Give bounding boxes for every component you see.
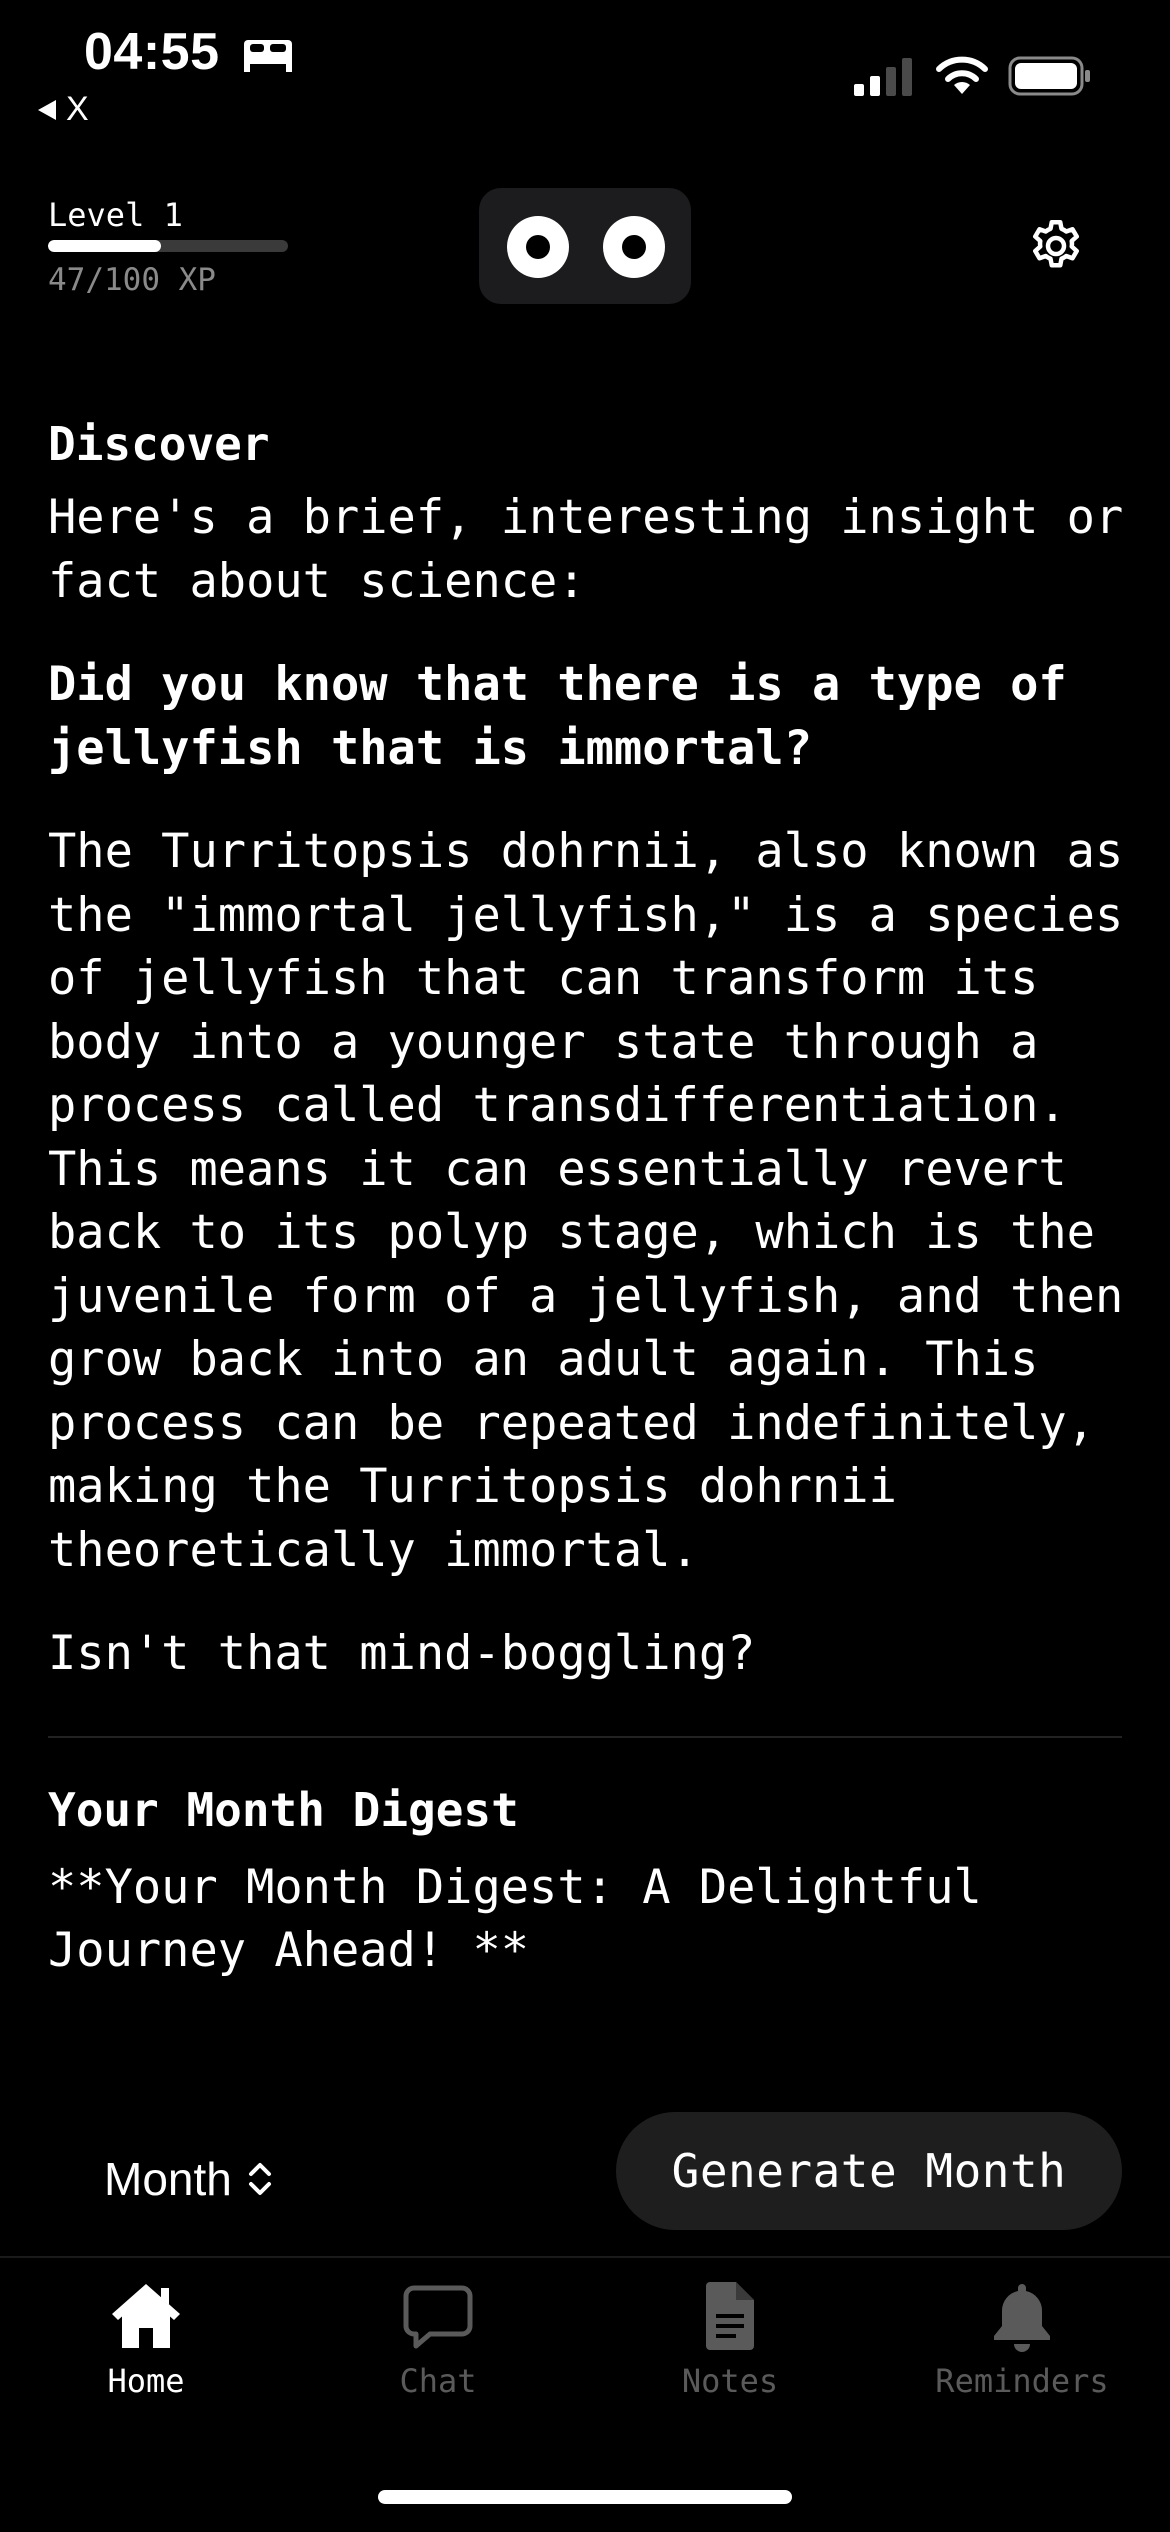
- fact-closing: Isn't that mind-boggling?: [48, 1626, 756, 1681]
- section-divider: [48, 1735, 1122, 1738]
- digest-text: **Your Month Digest: A Delightful Journe…: [48, 1859, 1011, 1979]
- mascot-eyes[interactable]: [479, 188, 691, 304]
- bell-icon: [994, 2284, 1050, 2352]
- back-arrow-icon: [38, 99, 56, 120]
- xp-progress-bar: [48, 240, 288, 252]
- xp-text: 47/100 XP: [48, 262, 216, 298]
- battery-icon: [1008, 56, 1090, 96]
- tab-notes[interactable]: Notes: [584, 2278, 876, 2400]
- right-eye-icon: [603, 216, 665, 278]
- level-label: Level 1: [48, 196, 183, 234]
- home-icon: [112, 2284, 180, 2348]
- period-select-value: Month: [104, 2153, 232, 2205]
- xp-progress-fill: [48, 240, 161, 252]
- bed-icon: [244, 40, 292, 72]
- discover-intro: Here's a brief, interesting insight or f…: [48, 490, 1152, 609]
- main-content: Discover Here's a brief, interesting ins…: [48, 400, 1128, 1983]
- tab-reminders-label: Reminders: [935, 2362, 1109, 2400]
- left-eye-icon: [507, 216, 569, 278]
- fact-body: The Turritopsis dohrnii, also known as t…: [48, 824, 1152, 1578]
- status-time: 04:55: [84, 23, 220, 81]
- chat-bubble-icon: [403, 2285, 473, 2349]
- settings-button[interactable]: [1020, 210, 1092, 282]
- tab-home-label: Home: [107, 2362, 185, 2400]
- signal-icon: [854, 58, 912, 96]
- tab-reminders[interactable]: Reminders: [876, 2278, 1168, 2400]
- wifi-icon: [936, 56, 988, 94]
- home-indicator[interactable]: [378, 2490, 792, 2504]
- tab-chat[interactable]: Chat: [292, 2278, 584, 2400]
- digest-title: Your Month Digest: [48, 1782, 519, 1837]
- document-icon: [706, 2282, 754, 2350]
- back-label: X: [66, 90, 89, 128]
- discover-title: Discover: [48, 417, 270, 471]
- tab-notes-label: Notes: [681, 2362, 779, 2400]
- generate-month-button[interactable]: Generate Month: [616, 2112, 1122, 2230]
- digest-controls: Month Generate Month: [0, 2096, 1170, 2256]
- chevron-up-down-icon: [248, 2163, 271, 2195]
- tab-home[interactable]: Home: [0, 2278, 292, 2400]
- tab-chat-label: Chat: [399, 2362, 477, 2400]
- gear-icon: [1033, 220, 1079, 268]
- fact-headline: Did you know that there is a type of jel…: [48, 657, 1095, 776]
- period-select[interactable]: Month: [104, 2152, 274, 2206]
- back-link[interactable]: X: [38, 90, 89, 129]
